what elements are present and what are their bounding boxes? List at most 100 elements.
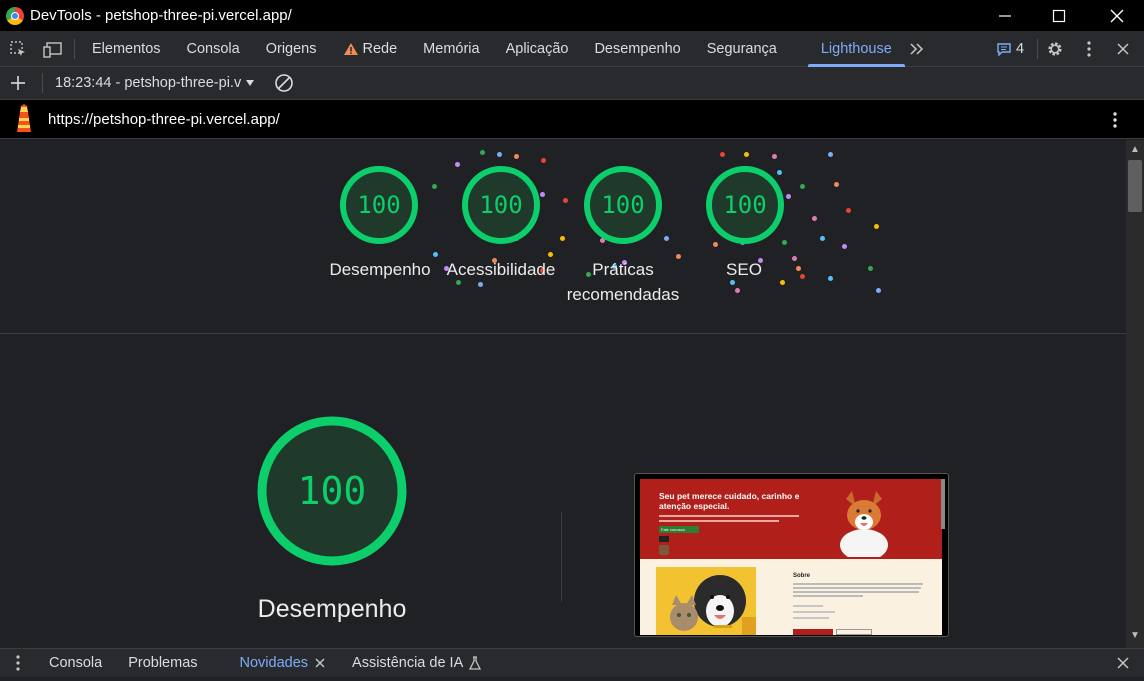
more-tabs-button[interactable] [905,31,929,67]
drawer-tab-problemas[interactable]: Problemas [115,649,210,678]
screenshot-hero-title: Seu pet merece cuidado, carinho e atençã… [659,491,800,511]
tab-seguranca[interactable]: Segurança [694,31,790,67]
confetti-dot [834,182,839,187]
confetti-dot [876,288,881,293]
minimize-icon [999,14,1011,17]
devtools-tabbar: Elementos Consola Origens Rede Memória A… [0,31,1144,67]
device-toolbar-button[interactable] [36,31,70,67]
chevron-double-right-icon [910,42,923,55]
confetti-dot [846,208,851,213]
score-value: 100 [723,191,766,219]
drawer-tabbar: Consola Problemas Novidades Assistência … [0,648,1144,677]
score-gauge-acessibilidade[interactable]: 100 [461,165,541,245]
drawer-menu-button[interactable] [0,645,36,681]
tab-memoria[interactable]: Memória [410,31,492,67]
message-icon [997,42,1011,56]
confetti-dot [842,244,847,249]
score-gauge-praticas[interactable]: 100 [583,165,663,245]
drawer-tab-consola[interactable]: Consola [36,649,115,678]
maximize-icon [1052,9,1066,22]
close-window-button[interactable] [1090,0,1144,31]
confetti-dot [720,152,725,157]
issues-count: 4 [1015,40,1025,57]
minimize-button[interactable] [978,0,1032,31]
lighthouse-logo [0,104,48,134]
screenshot-section-title: Sobre [793,573,811,579]
device-icon [43,41,62,58]
new-report-button[interactable] [0,65,36,101]
screenshot-about: Sobre [640,559,942,635]
screenshot-hero-cta: Fale conosco [659,526,699,533]
report-selector[interactable]: 18:23:44 - petshop-three-pi.v [55,75,267,91]
dropdown-arrow-icon [246,80,255,86]
tab-desempenho[interactable]: Desempenho [581,31,693,67]
inspect-element-button[interactable] [0,31,36,67]
plus-icon [11,76,25,90]
confetti-dot [800,184,805,189]
close-icon [1110,9,1124,22]
kebab-menu-icon [1113,112,1117,128]
confetti-dot [497,152,502,157]
main-score-value: 100 [298,469,367,513]
issues-button[interactable]: 4 [983,31,1037,67]
tab-consola[interactable]: Consola [174,31,253,67]
score-value: 100 [479,191,522,219]
scroll-up-icon[interactable]: ▲ [1126,142,1144,156]
confetti-dot [478,282,483,287]
vertical-divider [561,512,562,602]
clear-reports-button[interactable] [267,65,301,101]
confetti-dot [786,194,791,199]
chrome-icon [6,6,24,25]
report-url-bar: https://petshop-three-pi.vercel.app/ [0,100,1144,139]
confetti-dot [664,236,669,241]
scrollbar-thumb[interactable] [1128,160,1142,212]
close-drawer-button[interactable] [1106,645,1140,681]
score-label: Acessibilidade [446,260,556,279]
report-scrollbar[interactable]: ▲ ▼ [1126,140,1144,648]
main-score-gauge: 100 [256,415,408,567]
scroll-down-icon[interactable]: ▼ [1126,628,1144,642]
window-titlebar: DevTools - petshop-three-pi.vercel.app/ [0,0,1144,31]
gear-icon [1048,41,1062,56]
tab-origens[interactable]: Origens [253,31,330,67]
score-gauge-seo[interactable]: 100 [705,165,785,245]
confetti-dot [563,198,568,203]
confetti-dot [820,236,825,241]
screenshot-hero: Seu pet merece cuidado, carinho e atençã… [640,479,942,559]
tab-elementos[interactable]: Elementos [79,31,174,67]
window-title: DevTools - petshop-three-pi.vercel.app/ [30,7,292,24]
tab-rede[interactable]: Rede [330,31,411,67]
close-icon[interactable] [314,657,326,669]
tab-lighthouse[interactable]: Lighthouse [807,31,905,67]
drawer-tab-novidades[interactable]: Novidades [227,649,340,678]
tab-aplicacao[interactable]: Aplicação [493,31,582,67]
drawer-tab-assistencia-ia[interactable]: Assistência de IA [339,649,495,678]
score-value: 100 [357,191,400,219]
confetti-dot [744,152,749,157]
confetti-dot [735,288,740,293]
settings-button[interactable] [1038,31,1072,67]
confetti-dot [828,276,833,281]
screenshot-about-image [656,567,756,635]
confetti-dot [514,154,519,159]
report-url[interactable]: https://petshop-three-pi.vercel.app/ [48,111,280,128]
confetti-dot [432,184,437,189]
confetti-dot [772,154,777,159]
confetti-dot [480,150,485,155]
score-value: 100 [601,191,644,219]
confetti-dot [541,158,546,163]
close-devtools-button[interactable] [1106,31,1140,67]
dog-illustration [840,491,888,557]
score-gauge-desempenho[interactable]: 100 [339,165,419,245]
lighthouse-toolbar: 18:23:44 - petshop-three-pi.v [0,67,1144,100]
flask-icon [469,656,482,670]
maximize-button[interactable] [1032,0,1086,31]
page-screenshot[interactable]: Seu pet merece cuidado, carinho e atençã… [634,473,949,637]
score-label: Desempenho [329,260,431,279]
url-menu-button[interactable] [1104,108,1126,132]
confetti-dot [828,152,833,157]
more-options-button[interactable] [1072,31,1106,67]
inspect-icon [10,40,25,56]
main-score-label: Desempenho [257,595,407,623]
confetti-dot [812,216,817,221]
